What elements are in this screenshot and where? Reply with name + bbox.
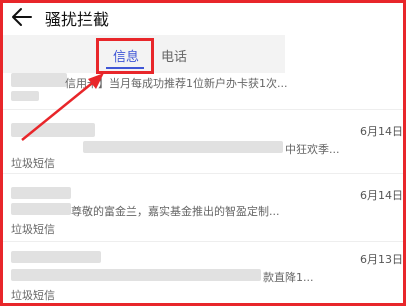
message-date: 6月13日 [360, 253, 403, 266]
annotation-highlight-box [96, 38, 154, 74]
redacted-sender [11, 251, 101, 263]
list-item[interactable]: 6月14日 尊敬的富金兰，嘉实基金推出的智盈定制... 垃圾短信 [3, 183, 403, 242]
redacted-sender [11, 73, 67, 87]
message-date: 6月14日 [360, 125, 403, 138]
redacted-snippet [83, 141, 283, 153]
list-item[interactable]: 信用卡】当月每成功推荐1位新户办卡获1次... [3, 73, 403, 110]
redacted-snippet [11, 203, 71, 215]
top-app-bar: 骚扰拦截 [3, 3, 403, 35]
tab-calls[interactable]: 电话 [161, 46, 187, 65]
spam-label: 垃圾短信 [11, 289, 55, 302]
redacted-tag [11, 91, 39, 101]
back-arrow-icon[interactable] [11, 6, 33, 28]
message-snippet: 款直降1... [263, 271, 314, 284]
message-snippet: 信用卡】当月每成功推荐1位新户办卡获1次... [65, 77, 288, 90]
spam-label: 垃圾短信 [11, 223, 55, 236]
redacted-sender [11, 187, 71, 199]
redacted-sender [11, 123, 95, 137]
list-item[interactable]: 6月14日 中狂欢季... 垃圾短信 [3, 115, 403, 174]
redacted-snippet [11, 269, 261, 281]
message-snippet: 尊敬的富金兰，嘉实基金推出的智盈定制... [71, 205, 280, 218]
spam-label: 垃圾短信 [11, 157, 55, 170]
message-snippet: 中狂欢季... [285, 143, 340, 156]
page-title: 骚扰拦截 [45, 10, 110, 29]
screenshot-frame: 骚扰拦截 信息 电话 信用卡】当月每成功推荐1位新户办卡获1次... 6月14日… [0, 0, 406, 306]
list-item[interactable]: 6月13日 款直降1... 垃圾短信 [3, 247, 403, 303]
message-date: 6月14日 [360, 189, 403, 202]
